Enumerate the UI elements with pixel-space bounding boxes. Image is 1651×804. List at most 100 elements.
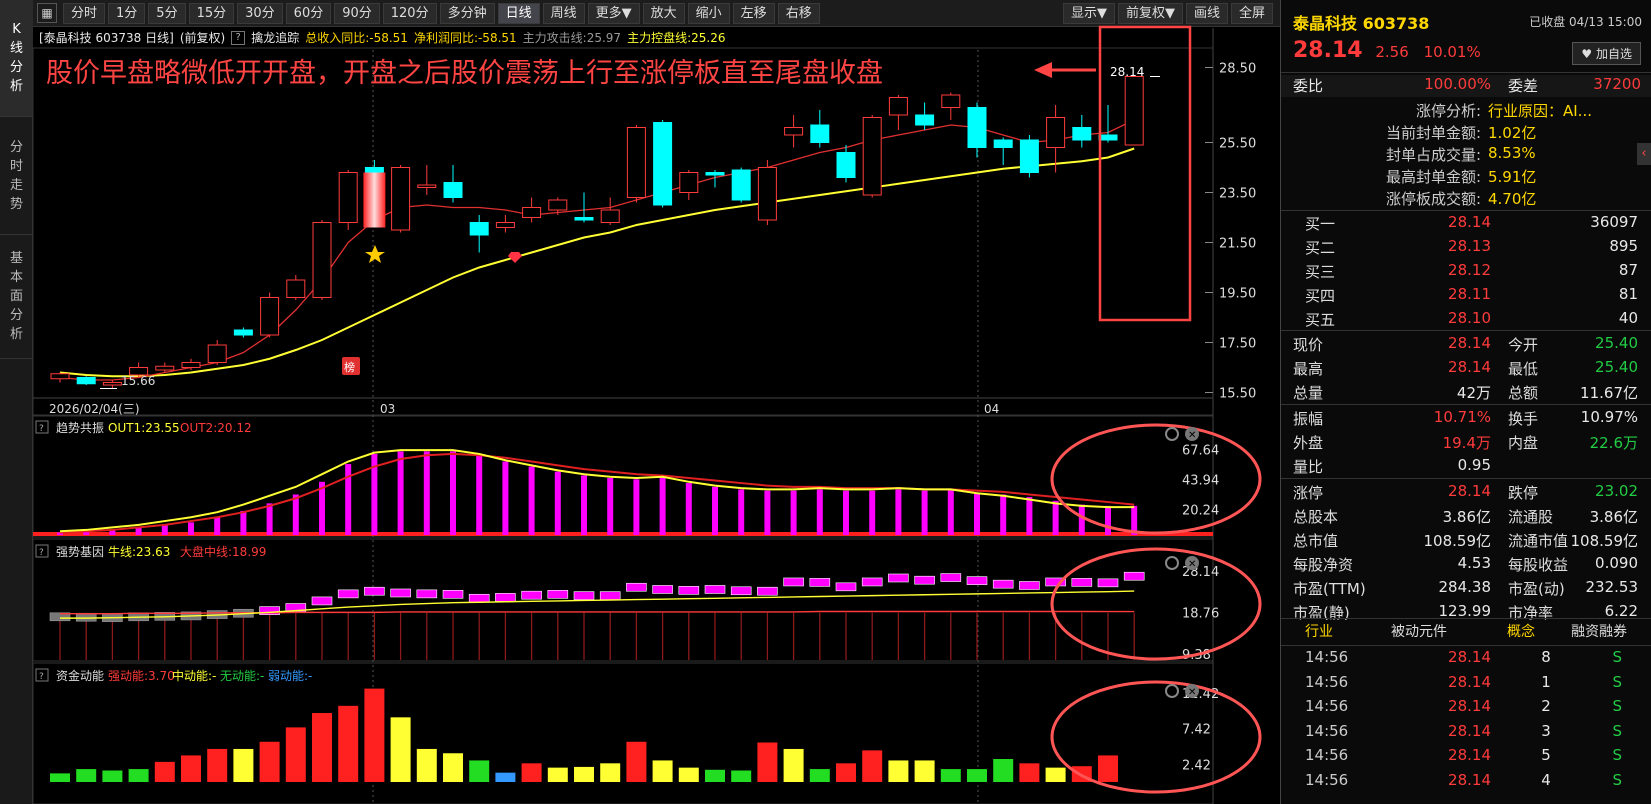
add-watchlist-button[interactable]: ♥ 加自选 [1572,42,1641,65]
gene-box [599,591,621,600]
tick-time: 14:56 [1305,770,1349,789]
candle-body[interactable] [76,377,96,385]
candle-body[interactable] [705,172,725,176]
candle-body[interactable] [260,297,280,336]
candle-body[interactable] [993,139,1013,148]
candle-body[interactable] [338,172,358,223]
star-icon[interactable] [365,245,385,263]
candle-body[interactable] [574,217,594,221]
candle-body[interactable] [679,172,699,193]
candle-body[interactable] [207,344,227,363]
tick-time: 14:56 [1305,672,1349,691]
tag-value[interactable]: 融资融券 [1571,621,1627,641]
candle-body[interactable] [1124,76,1144,146]
fund-bar [102,770,123,782]
candle-body[interactable] [181,362,201,368]
gear-icon[interactable] [1165,684,1179,698]
bid-price: 28.13 [1448,237,1491,255]
trend-bar [397,451,404,535]
gene-box [809,578,831,587]
candle-body[interactable] [548,199,568,211]
bid-row[interactable]: 买二 28.13 895 [1281,237,1651,259]
candle-body[interactable] [469,222,489,236]
candle-body[interactable] [417,184,437,188]
candle-body[interactable] [862,117,882,196]
close-icon[interactable]: ✕ [1185,556,1199,570]
gene-box [652,585,673,594]
candle-body[interactable] [1098,134,1118,141]
stat-label: 最低 [1508,360,1539,378]
diamond-icon[interactable] [508,252,522,263]
gene-box [1019,581,1040,590]
candle-body[interactable] [836,152,856,178]
gear-icon[interactable] [1165,427,1179,441]
collapse-arrow-icon[interactable]: ‹ [1637,143,1651,165]
candle-body[interactable] [784,127,804,136]
candle-body[interactable] [626,127,646,198]
candle-body[interactable] [757,167,777,221]
candle-body[interactable] [391,167,411,231]
trend-bar [738,489,745,535]
gene-box [730,586,752,596]
stat-value: 3.86亿 [1589,508,1638,526]
bid-volume: 81 [1618,285,1638,303]
bid-row[interactable]: 买一 28.14 36097 [1281,213,1651,235]
fund-bar [443,753,463,782]
candle-body[interactable] [50,373,70,380]
candle-body[interactable] [495,222,515,228]
trend-bar [345,464,352,535]
tag-key[interactable]: 行业 [1305,621,1333,641]
candle-body[interactable] [915,114,935,126]
limit-up-candle[interactable] [363,172,386,228]
bid-row[interactable]: 买三 28.12 87 [1281,261,1651,283]
bid-label: 买四 [1305,287,1336,305]
trend-bar [869,490,876,535]
stat-label: 跌停 [1508,484,1539,502]
panel2-header: ? 强势基因 牛线:23.63 大盘中线:18.99 [35,544,266,559]
tag-value[interactable]: 被动元件 [1391,621,1447,641]
trend-bar [947,489,954,535]
candle-body[interactable] [1046,117,1066,148]
tag-key[interactable]: 概念 [1507,621,1535,641]
fund-bar [731,770,752,782]
candle-body[interactable] [888,97,908,116]
webi-value: 100.00% [1424,75,1491,93]
candle-body[interactable] [731,169,751,201]
candle-body[interactable] [443,182,463,198]
close-icon[interactable]: ✕ [1185,684,1199,698]
stat-label: 内盘 [1508,434,1539,452]
candle-body[interactable] [312,222,332,298]
gear-icon[interactable] [1165,556,1179,570]
candle-body[interactable] [967,107,987,148]
stat-value: 108.59亿 [1570,532,1639,550]
candle-body[interactable] [102,382,122,386]
trend-bar [816,489,823,535]
candle-body[interactable] [941,94,961,108]
stat-label: 振幅 [1293,410,1324,428]
candle-body[interactable] [522,207,542,218]
candle-body[interactable] [233,329,253,336]
candle-body[interactable] [600,209,620,223]
bid-row[interactable]: 买五 28.10 40 [1281,309,1651,331]
candle-body[interactable] [155,365,175,371]
candle-body[interactable] [653,122,673,206]
stat-value: 28.14 [1448,482,1491,500]
chart-area[interactable]: 67.6443.9420.24 28.1418.769.38 12.427.42… [0,0,1280,804]
candle-body[interactable] [1072,127,1092,141]
candle-body[interactable] [1019,139,1039,173]
trend-bar [266,503,273,535]
weicha-value: 37200 [1593,75,1641,93]
trend-bar [240,510,247,535]
close-icon[interactable]: ✕ [1185,427,1199,441]
candle-body[interactable] [286,279,306,298]
gene-box [75,612,97,622]
panel1-name: 趋势共振 [56,421,104,435]
candle-body[interactable] [810,124,830,143]
stat-value: 4.53 [1457,554,1491,572]
stat-row: 最高 28.14 最低 25.40 [1281,358,1651,380]
bid-row[interactable]: 买四 28.11 81 [1281,285,1651,307]
tick-volume: 8 [1541,648,1551,666]
bid-volume: 87 [1618,261,1638,279]
svg-text:✕: ✕ [1188,430,1196,441]
fund-bar [967,769,987,782]
